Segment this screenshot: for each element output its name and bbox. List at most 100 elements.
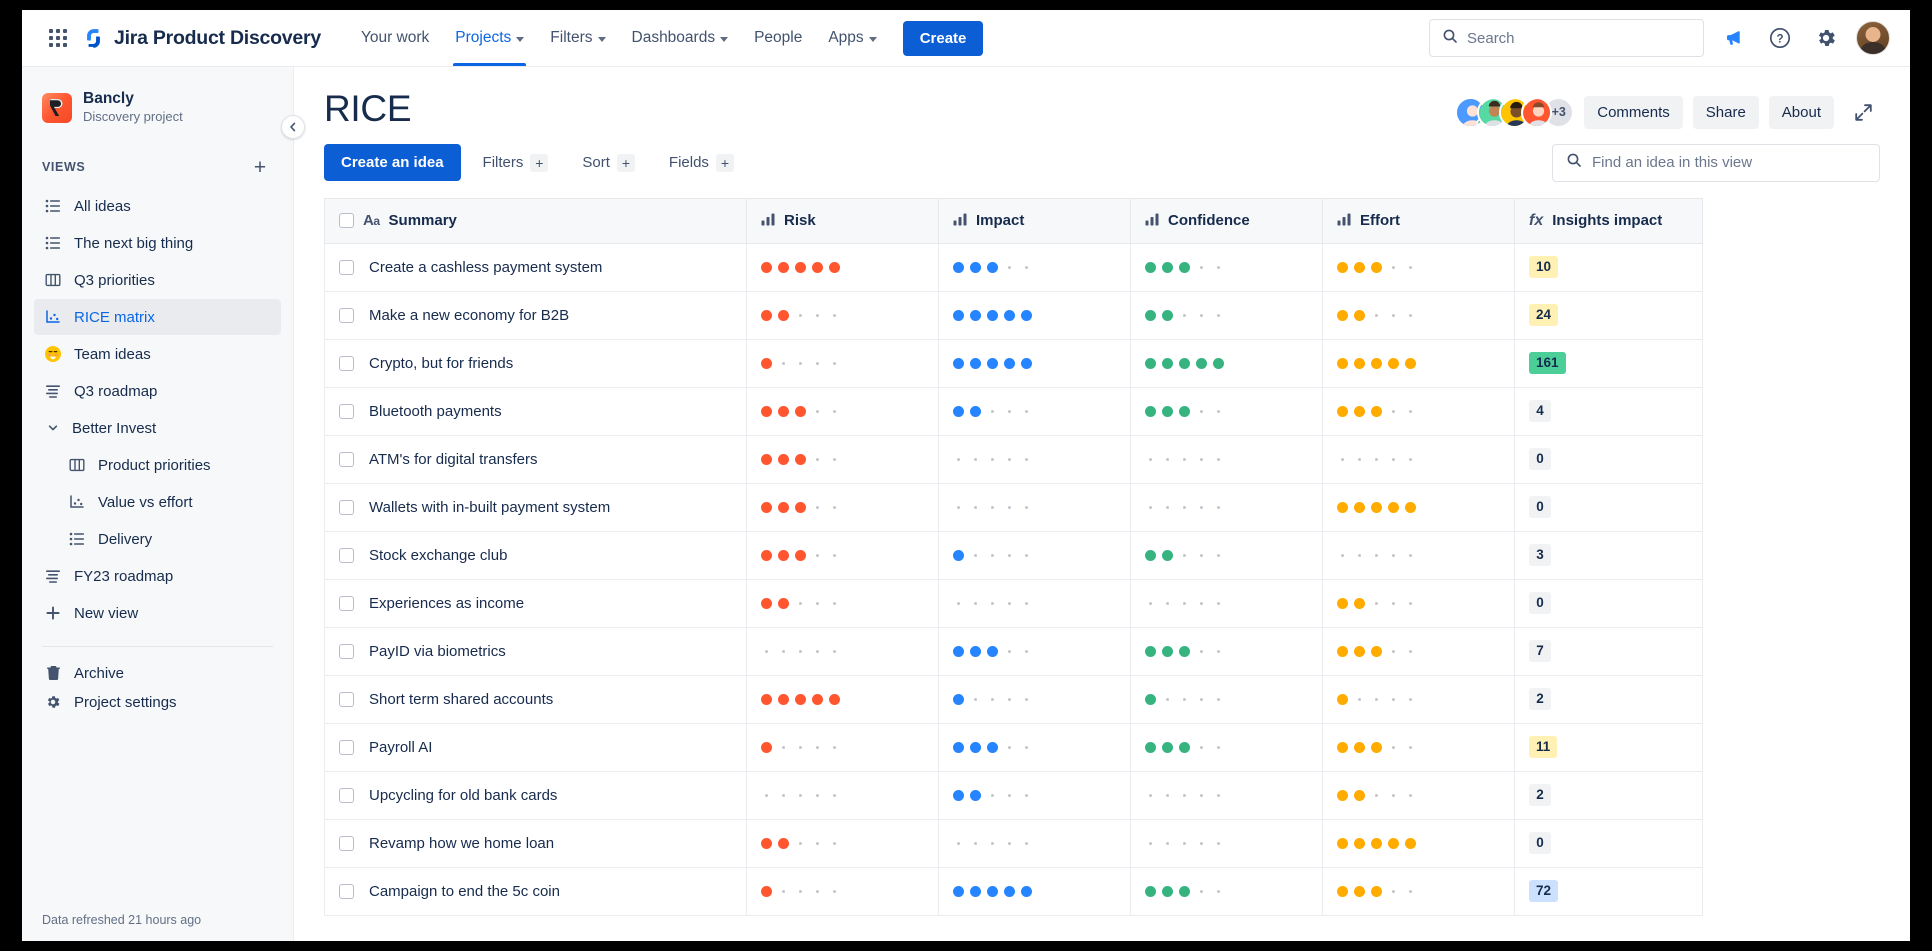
rating-dots[interactable] [953,457,1116,461]
table-row[interactable]: Make a new economy for B2B 24 [324,291,1703,340]
cell-effort[interactable] [1322,627,1515,676]
cell-impact[interactable] [938,339,1131,388]
rating-dots[interactable] [761,501,924,513]
cell-confidence[interactable] [1130,819,1323,868]
rating-dots[interactable] [1337,885,1500,897]
cell-insights-impact[interactable]: 10 [1514,243,1703,292]
cell-impact[interactable] [938,291,1131,340]
rating-dots[interactable] [761,405,924,417]
rating-dots[interactable] [953,645,1116,657]
cell-summary[interactable]: Revamp how we home loan [324,819,747,868]
rating-dots[interactable] [1145,457,1308,461]
gear-icon[interactable] [1810,22,1842,54]
cell-summary[interactable]: ATM's for digital transfers [324,435,747,484]
rating-dots[interactable] [761,693,924,705]
help-icon[interactable]: ? [1764,22,1796,54]
table-row[interactable]: Short term shared accounts 2 [324,675,1703,724]
rating-dots[interactable] [1337,553,1500,557]
about-button[interactable]: About [1768,95,1834,129]
cell-confidence[interactable] [1130,531,1323,580]
cell-insights-impact[interactable]: 0 [1514,819,1703,868]
row-checkbox[interactable] [339,835,354,851]
cell-insights-impact[interactable]: 11 [1514,723,1703,772]
column-header-summary[interactable]: Aa Summary [324,197,747,244]
fields-button[interactable]: Fields + [657,145,746,181]
rating-dots[interactable] [761,453,924,465]
megaphone-icon[interactable] [1718,22,1750,54]
rating-dots[interactable] [953,885,1116,897]
rating-dots[interactable] [1145,885,1308,897]
cell-insights-impact[interactable]: 72 [1514,867,1703,916]
cell-confidence[interactable] [1130,867,1323,916]
cell-confidence[interactable] [1130,243,1323,292]
nav-item-projects[interactable]: Projects [443,10,536,66]
cell-confidence[interactable] [1130,771,1323,820]
cell-risk[interactable] [746,771,939,820]
cell-summary[interactable]: Make a new economy for B2B [324,291,747,340]
cell-summary[interactable]: Wallets with in-built payment system [324,483,747,532]
row-checkbox[interactable] [339,691,354,707]
cell-insights-impact[interactable]: 24 [1514,291,1703,340]
nav-item-dashboards[interactable]: Dashboards [620,10,741,66]
cell-impact[interactable] [938,243,1131,292]
row-checkbox[interactable] [339,643,354,659]
table-row[interactable]: PayID via biometrics 7 [324,627,1703,676]
sidebar-item-fy23-roadmap[interactable]: FY23 roadmap [34,558,281,594]
row-checkbox[interactable] [339,403,354,419]
cell-effort[interactable] [1322,723,1515,772]
table-row[interactable]: Create a cashless payment system 10 [324,243,1703,292]
rating-dots[interactable] [1145,309,1308,321]
sidebar-item-new-view[interactable]: New view [34,595,281,631]
row-checkbox[interactable] [339,259,354,275]
cell-risk[interactable] [746,483,939,532]
rating-dots[interactable] [953,309,1116,321]
row-checkbox[interactable] [339,883,354,899]
sidebar-group-better-invest[interactable]: Better Invest [34,410,281,446]
sidebar-item-q3-roadmap[interactable]: Q3 roadmap [34,373,281,409]
cell-effort[interactable] [1322,339,1515,388]
column-header-effort[interactable]: Effort [1322,197,1515,244]
global-search[interactable] [1429,19,1704,57]
create-button[interactable]: Create [902,20,984,56]
user-avatar[interactable] [1856,21,1890,55]
cell-risk[interactable] [746,387,939,436]
app-switcher-button[interactable] [44,24,72,52]
rating-dots[interactable] [1145,505,1308,509]
row-checkbox[interactable] [339,787,354,803]
cell-insights-impact[interactable]: 0 [1514,579,1703,628]
cell-effort[interactable] [1322,291,1515,340]
cell-effort[interactable] [1322,387,1515,436]
sort-button[interactable]: Sort + [570,145,647,181]
cell-impact[interactable] [938,675,1131,724]
rating-dots[interactable] [953,741,1116,753]
rating-dots[interactable] [1145,405,1308,417]
row-checkbox[interactable] [339,451,354,467]
cell-effort[interactable] [1322,435,1515,484]
sidebar-item-project-settings[interactable]: Project settings [34,692,281,712]
cell-insights-impact[interactable]: 0 [1514,483,1703,532]
rating-dots[interactable] [953,357,1116,369]
row-checkbox[interactable] [339,307,354,323]
cell-insights-impact[interactable]: 2 [1514,675,1703,724]
comments-button[interactable]: Comments [1584,95,1683,129]
rating-dots[interactable] [1337,357,1500,369]
cell-impact[interactable] [938,627,1131,676]
cell-summary[interactable]: Short term shared accounts [324,675,747,724]
rating-dots[interactable] [1337,261,1500,273]
share-button[interactable]: Share [1692,95,1759,129]
rating-dots[interactable] [1337,645,1500,657]
sidebar-item-rice-matrix[interactable]: RICE matrix [34,299,281,336]
rating-dots[interactable] [761,741,924,753]
cell-impact[interactable] [938,723,1131,772]
rating-dots[interactable] [1145,549,1308,561]
sidebar-item-product-priorities[interactable]: Product priorities [34,447,281,483]
cell-confidence[interactable] [1130,675,1323,724]
cell-confidence[interactable] [1130,291,1323,340]
table-row[interactable]: Payroll AI 11 [324,723,1703,772]
cell-risk[interactable] [746,627,939,676]
cell-summary[interactable]: Experiences as income [324,579,747,628]
cell-impact[interactable] [938,387,1131,436]
cell-impact[interactable] [938,771,1131,820]
cell-risk[interactable] [746,435,939,484]
cell-effort[interactable] [1322,483,1515,532]
